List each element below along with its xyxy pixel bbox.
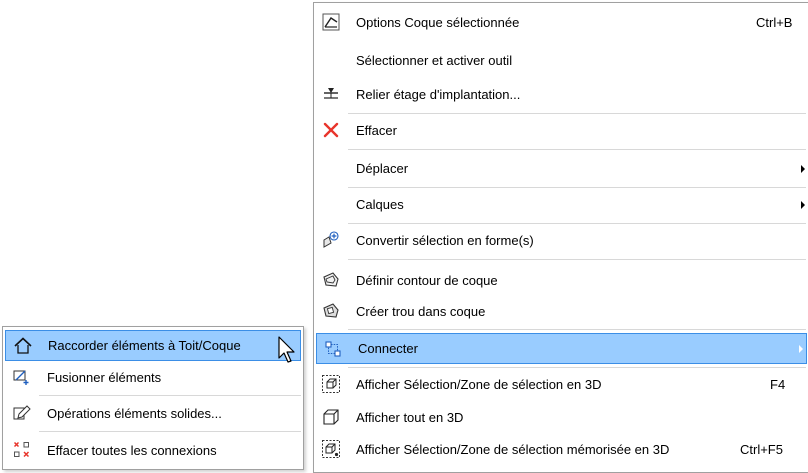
menu-separator	[348, 149, 806, 150]
menu-item-link-story[interactable]: Relier étage d'implantation...	[314, 79, 808, 110]
shell-hole-icon	[322, 302, 340, 320]
menu-item-label: Effacer	[356, 123, 397, 138]
remove-connections-icon	[13, 441, 31, 459]
menu-item-delete[interactable]: Effacer	[314, 115, 808, 146]
submenu-item-remove-connections[interactable]: Effacer toutes les connexions	[3, 435, 303, 466]
menu-item-shortcut: Ctrl+F5	[740, 442, 783, 457]
menu-separator	[39, 395, 301, 396]
submenu-item-label: Raccorder éléments à Toit/Coque	[48, 338, 241, 353]
submenu-item-label: Opérations éléments solides...	[47, 406, 222, 421]
submenu-arrow-icon	[799, 345, 803, 353]
show-selection-3d-icon	[322, 375, 340, 393]
menu-item-label: Convertir sélection en forme(s)	[356, 233, 534, 248]
menu-separator	[39, 431, 301, 432]
submenu-item-merge-elements[interactable]: Fusionner éléments	[3, 362, 303, 393]
submenu-arrow-icon	[801, 201, 805, 209]
menu-separator	[348, 259, 806, 260]
menu-item-show-all-3d[interactable]: Afficher tout en 3D	[314, 402, 808, 433]
shell-contour-icon	[322, 271, 340, 289]
connect-submenu: Raccorder éléments à Toit/Coque Fusionne…	[2, 326, 304, 470]
context-menu: Options Coque sélectionnée Ctrl+B Sélect…	[313, 2, 808, 473]
submenu-item-trim-to-roof[interactable]: Raccorder éléments à Toit/Coque	[5, 330, 301, 361]
menu-separator	[348, 223, 806, 224]
menu-item-convert-to-morph[interactable]: Convertir sélection en forme(s)	[314, 225, 808, 256]
menu-separator	[348, 113, 806, 114]
menu-item-shortcut: F4	[770, 377, 786, 392]
menu-item-label: Déplacer	[356, 161, 409, 176]
shell-options-icon	[322, 13, 340, 31]
menu-item-label: Connecter	[358, 341, 418, 356]
menu-item-layers[interactable]: Calques	[314, 189, 808, 220]
submenu-arrow-icon	[801, 165, 805, 173]
merge-elements-icon	[13, 368, 31, 386]
menu-item-label: Afficher tout en 3D	[356, 410, 464, 425]
submenu-item-solid-operations[interactable]: Opérations éléments solides...	[3, 398, 303, 429]
menu-separator	[348, 329, 806, 330]
show-all-3d-icon	[322, 408, 340, 426]
menu-item-show-selection-3d[interactable]: Afficher Sélection/Zone de sélection en …	[314, 369, 808, 400]
menu-item-label: Calques	[356, 197, 404, 212]
menu-item-show-stored-selection-3d[interactable]: Afficher Sélection/Zone de sélection mém…	[314, 434, 808, 465]
menu-item-shell-options[interactable]: Options Coque sélectionnée Ctrl+B	[314, 7, 808, 38]
menu-item-shortcut: Ctrl+B	[756, 15, 793, 30]
delete-x-icon	[322, 121, 340, 139]
connect-icon	[324, 340, 342, 358]
menu-item-connect[interactable]: Connecter	[316, 333, 807, 364]
mouse-cursor-icon	[278, 336, 295, 363]
menu-item-label: Afficher Sélection/Zone de sélection en …	[356, 377, 602, 392]
menu-item-label: Relier étage d'implantation...	[356, 87, 521, 102]
convert-to-morph-icon	[322, 231, 340, 249]
menu-item-shell-hole[interactable]: Créer trou dans coque	[314, 296, 808, 327]
menu-item-label: Sélectionner et activer outil	[356, 53, 513, 68]
menu-item-label: Définir contour de coque	[356, 273, 498, 288]
submenu-item-label: Effacer toutes les connexions	[47, 443, 217, 458]
menu-separator	[348, 367, 806, 368]
menu-item-label: Créer trou dans coque	[356, 304, 486, 319]
menu-item-move[interactable]: Déplacer	[314, 153, 808, 184]
menu-separator	[348, 187, 806, 188]
menu-item-label: Options Coque sélectionnée	[356, 15, 520, 30]
show-stored-selection-3d-icon	[322, 440, 340, 458]
submenu-item-label: Fusionner éléments	[47, 370, 162, 385]
solid-operations-icon	[13, 404, 31, 422]
menu-item-label: Afficher Sélection/Zone de sélection mém…	[356, 442, 670, 457]
menu-item-select-activate-tool[interactable]: Sélectionner et activer outil	[314, 45, 808, 76]
trim-to-roof-icon	[14, 337, 32, 355]
menu-item-shell-contour[interactable]: Définir contour de coque	[314, 265, 808, 296]
link-story-icon	[322, 85, 340, 103]
